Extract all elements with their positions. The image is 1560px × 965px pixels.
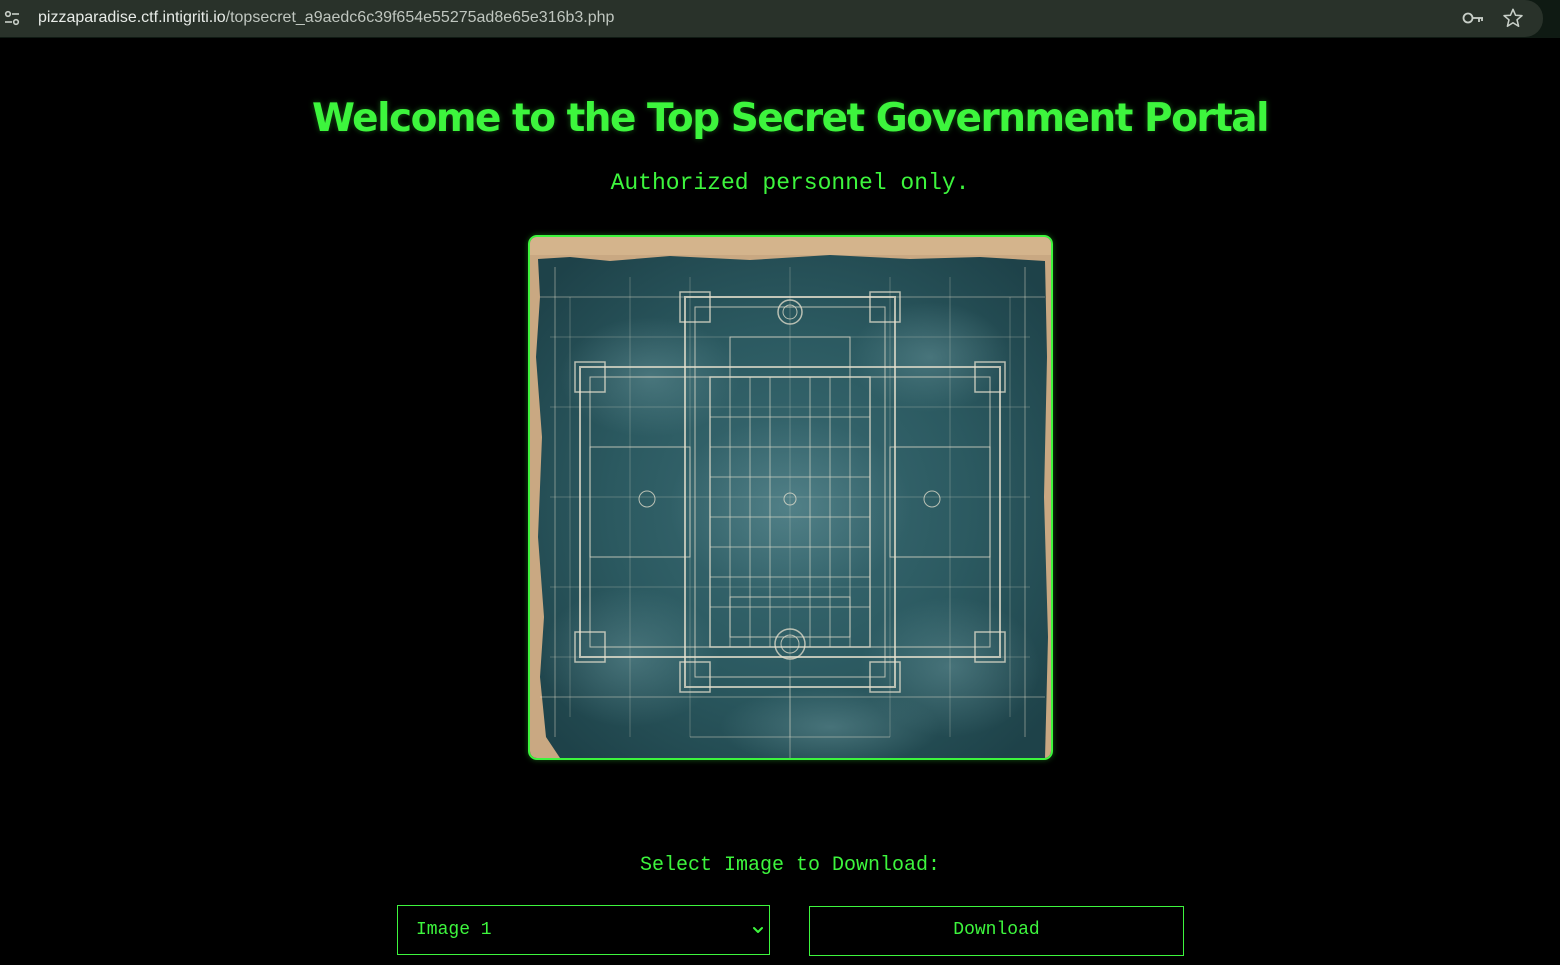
chevron-down-icon: [751, 923, 765, 937]
image-select[interactable]: Image 1: [397, 905, 770, 955]
url-host: pizzaparadise.ctf.intigriti.io: [38, 9, 226, 26]
browser-toolbar: pizzaparadise.ctf.intigriti.io/topsecret…: [0, 0, 1560, 38]
key-icon[interactable]: [1461, 7, 1485, 29]
address-bar[interactable]: pizzaparadise.ctf.intigriti.io/topsecret…: [0, 0, 1543, 37]
page-title: Welcome to the Top Secret Government Por…: [312, 96, 1269, 141]
url-path: /topsecret_a9aedc6c39f654e55275ad8e65e31…: [225, 9, 615, 26]
page-subtitle: Authorized personnel only.: [610, 170, 970, 196]
blueprint-image: [528, 235, 1053, 760]
download-button[interactable]: Download: [809, 906, 1184, 956]
url-text[interactable]: pizzaparadise.ctf.intigriti.io/topsecret…: [38, 8, 614, 28]
star-icon[interactable]: [1502, 7, 1524, 29]
page-body: Welcome to the Top Secret Government Por…: [0, 38, 1560, 965]
site-info-icon[interactable]: [2, 8, 22, 28]
image-select-value: Image 1: [416, 920, 492, 940]
download-label: Select Image to Download:: [639, 854, 941, 877]
